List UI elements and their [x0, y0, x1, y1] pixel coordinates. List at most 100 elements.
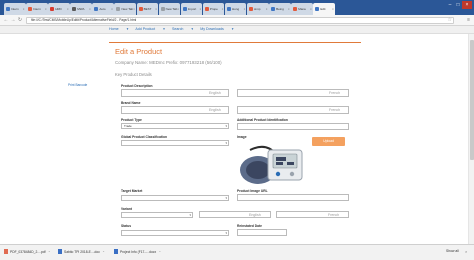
- chevron-down-icon: ▾: [225, 124, 227, 128]
- browser-tab[interactable]: Auto ×: [92, 3, 114, 15]
- close-downloads-icon[interactable]: ×: [465, 249, 467, 254]
- tab-close-icon[interactable]: ×: [45, 7, 47, 11]
- tab-close-icon[interactable]: ×: [133, 7, 135, 11]
- upload-button[interactable]: Upload: [312, 137, 345, 146]
- tab-close-icon[interactable]: ×: [266, 7, 268, 11]
- tab-close-icon[interactable]: ×: [332, 7, 334, 11]
- browser-tab[interactable]: BEST ×: [136, 3, 159, 15]
- tab-label: Intern: [33, 7, 41, 11]
- download-item[interactable]: Sabtio TPI 2018-E....doc ^: [58, 247, 104, 256]
- browser-tab[interactable]: MWA ×: [70, 3, 92, 15]
- address-input[interactable]: file:///C:/Test/CMS/MobileUp/EditIt/Prod…: [26, 16, 454, 24]
- product-type-label: Product Type: [121, 118, 142, 122]
- browser-tab[interactable]: HRD ×: [48, 3, 70, 15]
- download-filename: PDF_0378484D_2....pdf: [10, 249, 46, 254]
- tab-label: Intern: [11, 7, 19, 11]
- address-bar-row: ← → ↻ file:///C:/Test/CMS/MobileUp/EditI…: [0, 15, 474, 26]
- image-label: Image: [237, 135, 247, 139]
- browser-tab[interactable]: New Tab ×: [158, 3, 181, 15]
- browser-tab[interactable]: Import ×: [180, 3, 203, 15]
- back-icon[interactable]: ←: [3, 17, 9, 23]
- chevron-up-icon[interactable]: ^: [159, 250, 160, 254]
- status-label: Status: [121, 224, 132, 228]
- doc-file-icon: [58, 249, 62, 254]
- tab-label: Hong: [231, 7, 240, 11]
- browser-tab[interactable]: Mana ×: [291, 3, 313, 15]
- browser-tab[interactable]: Prope ×: [202, 3, 225, 15]
- tab-favicon-icon: [315, 7, 320, 11]
- browser-tab-strip: Intern × Intern × HRD × MWA × Auto × New Tab × BEST ×…: [0, 0, 474, 15]
- minimize-icon[interactable]: –: [446, 1, 454, 9]
- browser-tab[interactable]: simp ×: [247, 3, 269, 15]
- browser-menu-icon[interactable]: ≡: [467, 17, 470, 23]
- nav-search-label: Search: [172, 27, 184, 31]
- chevron-down-icon: ▾: [189, 213, 191, 217]
- tab-favicon-icon: [271, 7, 276, 11]
- chevron-up-icon[interactable]: ^: [49, 250, 50, 254]
- bookmark-star-icon[interactable]: ☆: [448, 17, 452, 23]
- variant-select[interactable]: ▾: [121, 212, 193, 218]
- gpc-label: Global Product Classification: [121, 135, 167, 139]
- tab-close-icon[interactable]: ×: [288, 7, 290, 11]
- browser-tab[interactable]: Intern ×: [26, 3, 48, 15]
- page-scrollbar[interactable]: [468, 34, 474, 244]
- page-title: Edit a Product: [115, 47, 163, 56]
- nav-my-downloads[interactable]: My Downloads ▾: [200, 27, 233, 32]
- tab-close-icon[interactable]: ×: [67, 7, 69, 11]
- product-type-select[interactable]: Trade ▾: [121, 123, 229, 129]
- tab-label: New Tab: [121, 7, 134, 11]
- nav-home-label: Home: [109, 27, 119, 31]
- tab-close-icon[interactable]: ×: [23, 7, 25, 11]
- download-item[interactable]: PDF_0378484D_2....pdf ^: [4, 247, 50, 256]
- tab-close-icon[interactable]: ×: [310, 7, 312, 11]
- tab-favicon-icon: [28, 7, 33, 11]
- browser-tab[interactable]: Being ×: [269, 3, 291, 15]
- nav-home[interactable]: Home ▾: [109, 27, 128, 32]
- tab-label: Import: [187, 7, 197, 11]
- chevron-down-icon: ▾: [225, 196, 227, 200]
- target-market-select[interactable]: ▾: [121, 195, 229, 201]
- tab-label: Prope: [209, 7, 218, 11]
- additional-id-input[interactable]: [237, 123, 349, 130]
- doc-file-icon: [114, 249, 118, 254]
- browser-tab[interactable]: Hong ×: [224, 3, 247, 15]
- product-image-url-input[interactable]: [237, 194, 349, 201]
- maximize-icon[interactable]: □: [454, 1, 462, 9]
- product-image: [240, 145, 303, 184]
- download-item[interactable]: Project Info (F17-....docx ^: [114, 247, 161, 256]
- tab-close-icon[interactable]: ×: [111, 7, 113, 11]
- variant-label: Variant: [121, 207, 132, 211]
- scrollbar-thumb[interactable]: [470, 40, 474, 160]
- close-window-icon[interactable]: ×: [462, 1, 472, 9]
- tab-label: simp: [254, 7, 261, 11]
- nav-search[interactable]: Search ▾: [172, 27, 193, 32]
- tab-favicon-icon: [72, 7, 77, 11]
- forward-icon[interactable]: →: [10, 17, 16, 23]
- reinstated-date-input[interactable]: [237, 229, 287, 236]
- lang-english: English: [249, 212, 261, 217]
- tab-close-icon[interactable]: ×: [155, 7, 157, 11]
- tab-close-icon[interactable]: ×: [89, 7, 91, 11]
- tab-close-icon[interactable]: ×: [177, 7, 179, 11]
- show-all-downloads-link[interactable]: Show all: [446, 249, 459, 253]
- tab-label: MWA: [77, 7, 85, 11]
- browser-tab[interactable]: Edit ×: [313, 3, 335, 15]
- tab-favicon-icon: [226, 7, 231, 11]
- product-description-label: Product Description: [121, 84, 153, 88]
- chevron-up-icon[interactable]: ^: [103, 250, 104, 254]
- browser-tab[interactable]: Intern ×: [4, 3, 26, 15]
- tab-close-icon[interactable]: ×: [244, 7, 246, 11]
- tab-close-icon[interactable]: ×: [222, 7, 224, 11]
- nav-add-product[interactable]: Add Product ▾: [135, 27, 165, 32]
- target-market-label: Target Market: [121, 189, 143, 193]
- tab-favicon-icon: [249, 7, 254, 11]
- tab-label: New Tab: [165, 7, 178, 11]
- tab-close-icon[interactable]: ×: [199, 7, 201, 11]
- print-barcode-link[interactable]: Print Barcode: [68, 83, 87, 87]
- gpc-select[interactable]: ▾: [121, 140, 229, 146]
- status-select[interactable]: ▾: [121, 230, 229, 236]
- tab-label: Edit: [320, 7, 326, 11]
- reload-icon[interactable]: ↻: [17, 17, 23, 23]
- section-heading: Key Product Details: [115, 72, 152, 77]
- browser-tab[interactable]: New Tab ×: [114, 3, 136, 15]
